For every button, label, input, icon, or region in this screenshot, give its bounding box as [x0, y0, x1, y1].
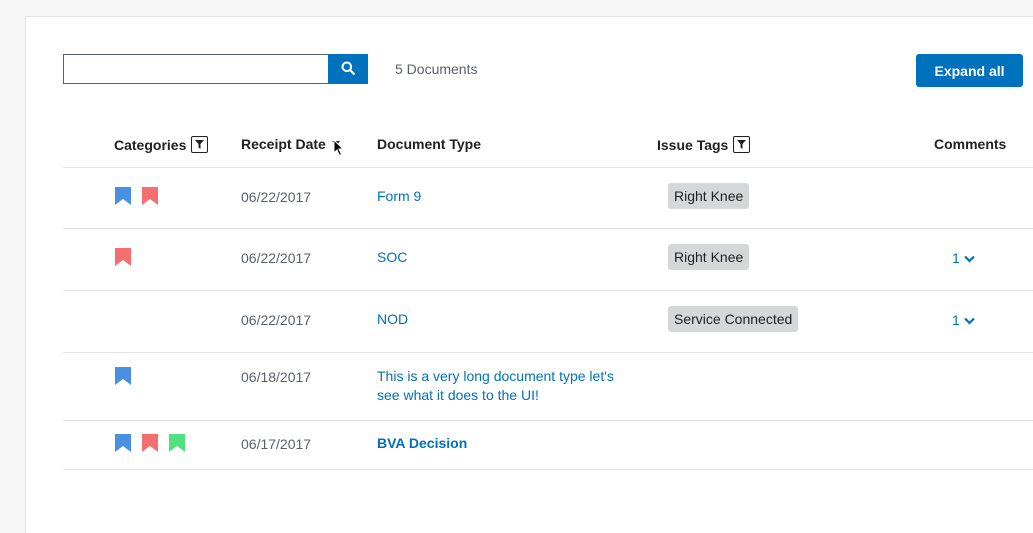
categories-header: Categories — [114, 136, 209, 153]
table-row: 06/18/2017 This is a very long document t… — [63, 353, 1033, 421]
table-row: 06/22/2017 Form 9 Right Knee — [63, 168, 1033, 229]
blue-bookmark-icon — [115, 434, 131, 452]
document-type-link[interactable]: NOD — [377, 310, 637, 329]
blue-bookmark-icon — [115, 367, 131, 385]
document-type-link[interactable]: BVA Decision — [377, 434, 637, 453]
search-input[interactable] — [63, 54, 328, 84]
document-type-link[interactable]: This is a very long document type let's … — [377, 367, 637, 405]
table-body: 06/22/2017 Form 9 Right Knee 06/22/2017 SOC R… — [63, 168, 1033, 470]
filter-icon[interactable] — [733, 136, 751, 153]
table-row: 06/17/2017 BVA Decision — [63, 421, 1033, 470]
document-type-header: Document Type — [377, 136, 481, 152]
issue-tags-header-label: Issue Tags — [657, 136, 729, 153]
chevron-down-icon — [964, 312, 975, 328]
document-type-link[interactable]: SOC — [377, 248, 637, 267]
categories-header-label: Categories — [114, 136, 187, 153]
document-list-panel: 5 Documents Expand all Categories Receip… — [25, 16, 1033, 533]
search-button[interactable] — [328, 54, 368, 84]
mouse-cursor-icon — [333, 138, 345, 162]
table-row: 06/22/2017 NOD Service Connected 1 — [63, 291, 1033, 353]
table-row: 06/22/2017 SOC Right Knee 1 — [63, 229, 1033, 291]
category-icons — [115, 434, 185, 452]
filter-icon[interactable] — [191, 136, 209, 153]
red-bookmark-icon — [142, 187, 158, 205]
expand-all-button[interactable]: Expand all — [916, 54, 1023, 87]
chevron-down-icon — [964, 250, 975, 266]
issue-tag: Right Knee — [668, 244, 750, 270]
category-icons — [115, 187, 158, 205]
comments-toggle[interactable]: 1 — [952, 312, 975, 328]
comments-toggle[interactable]: 1 — [952, 250, 975, 266]
table-header: Categories Receipt Date Document Type Is… — [63, 121, 1033, 168]
category-icons — [115, 248, 131, 266]
red-bookmark-icon — [115, 248, 131, 266]
category-icons — [115, 367, 131, 385]
issue-tag: Right Knee — [668, 183, 750, 209]
green-bookmark-icon — [169, 434, 185, 452]
receipt-date: 06/18/2017 — [241, 369, 312, 385]
issue-tag: Service Connected — [668, 306, 799, 332]
document-count: 5 Documents — [395, 61, 478, 77]
red-bookmark-icon — [142, 434, 158, 452]
comment-count: 1 — [952, 250, 960, 266]
comment-count: 1 — [952, 312, 960, 328]
document-type-link[interactable]: Form 9 — [377, 187, 637, 206]
receipt-date: 06/22/2017 — [241, 250, 312, 266]
receipt-date: 06/22/2017 — [241, 189, 312, 205]
search-icon — [341, 61, 355, 78]
receipt-date: 06/17/2017 — [241, 436, 312, 452]
receipt-date-header[interactable]: Receipt Date — [241, 136, 340, 152]
blue-bookmark-icon — [115, 187, 131, 205]
search-bar — [63, 54, 368, 84]
receipt-date-header-label: Receipt Date — [241, 136, 326, 152]
issue-tags-header: Issue Tags — [657, 136, 751, 153]
receipt-date: 06/22/2017 — [241, 312, 312, 328]
documents-table: Categories Receipt Date Document Type Is… — [63, 121, 1033, 470]
comments-header: Comments — [934, 136, 1007, 152]
